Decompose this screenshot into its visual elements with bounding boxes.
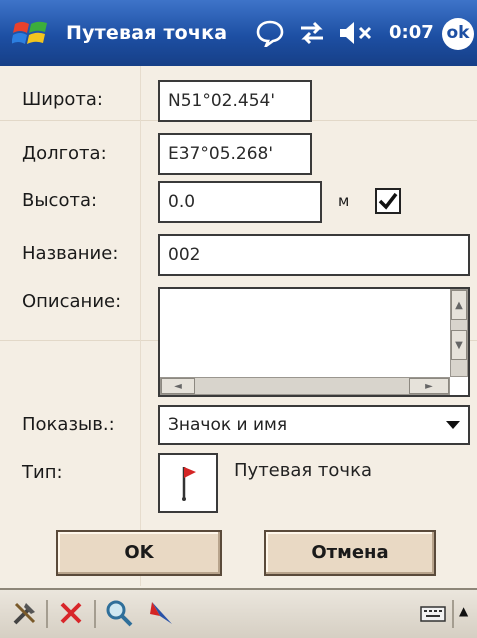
name-label: Название: xyxy=(22,243,119,264)
show-label: Показыв.: xyxy=(22,414,115,435)
bottom-toolbar: ▲ xyxy=(0,588,477,638)
name-field[interactable]: 002 xyxy=(158,234,470,276)
windows-start-icon[interactable] xyxy=(12,18,50,50)
altitude-label: Высота: xyxy=(22,190,98,211)
altitude-unit: м xyxy=(338,192,350,210)
connectivity-icon[interactable] xyxy=(298,19,326,47)
type-name: Путевая точка xyxy=(234,460,372,481)
altitude-checkbox[interactable] xyxy=(375,188,401,214)
scroll-right-button[interactable]: ► xyxy=(409,378,449,394)
window-title: Путевая точка xyxy=(66,22,228,44)
message-icon[interactable] xyxy=(256,19,284,47)
ok-button[interactable]: OK xyxy=(56,530,222,576)
toolbar-separator xyxy=(94,600,96,628)
type-icon-button[interactable] xyxy=(158,453,218,513)
type-label: Тип: xyxy=(22,462,63,483)
scroll-left-button[interactable]: ◄ xyxy=(161,378,195,394)
title-bar: Путевая точка 0:07 ok xyxy=(0,0,477,66)
cancel-button[interactable]: Отмена xyxy=(264,530,436,576)
clock: 0:07 xyxy=(389,22,434,43)
description-field[interactable]: ▲ ▼ ◄ ► xyxy=(158,287,470,397)
search-icon[interactable] xyxy=(104,598,134,628)
title-ok-button[interactable]: ok xyxy=(442,18,474,50)
vertical-scrollbar[interactable]: ▲ ▼ xyxy=(450,289,468,377)
latitude-field[interactable]: N51°02.454' xyxy=(158,80,312,122)
longitude-field[interactable]: E37°05.268' xyxy=(158,133,312,175)
show-dropdown[interactable]: Значок и имя xyxy=(158,405,470,445)
longitude-label: Долгота: xyxy=(22,143,107,164)
waypoint-screen: Путевая точка 0:07 ok Широта: N51°02.454… xyxy=(0,0,477,638)
description-label: Описание: xyxy=(22,291,122,312)
speaker-muted-icon[interactable] xyxy=(338,19,382,47)
delete-icon[interactable] xyxy=(56,598,86,628)
scroll-up-button[interactable]: ▲ xyxy=(451,290,467,320)
horizontal-scrollbar[interactable]: ◄ ► xyxy=(160,377,450,395)
toolbar-separator xyxy=(46,600,48,628)
latitude-label: Широта: xyxy=(22,89,103,110)
keyboard-icon[interactable] xyxy=(420,606,446,622)
altitude-field[interactable]: 0.0 xyxy=(158,181,322,223)
keyboard-menu-arrow-icon[interactable]: ▲ xyxy=(459,604,468,618)
navigate-icon[interactable] xyxy=(146,598,176,628)
tools-icon[interactable] xyxy=(10,598,40,628)
waypoint-flag-icon xyxy=(182,467,196,501)
toolbar-separator xyxy=(452,600,454,628)
show-selected-value: Значок и имя xyxy=(168,415,288,435)
chevron-down-icon xyxy=(446,421,460,429)
map-background-line xyxy=(140,66,141,586)
scroll-down-button[interactable]: ▼ xyxy=(451,330,467,360)
checkmark-icon xyxy=(378,192,398,210)
